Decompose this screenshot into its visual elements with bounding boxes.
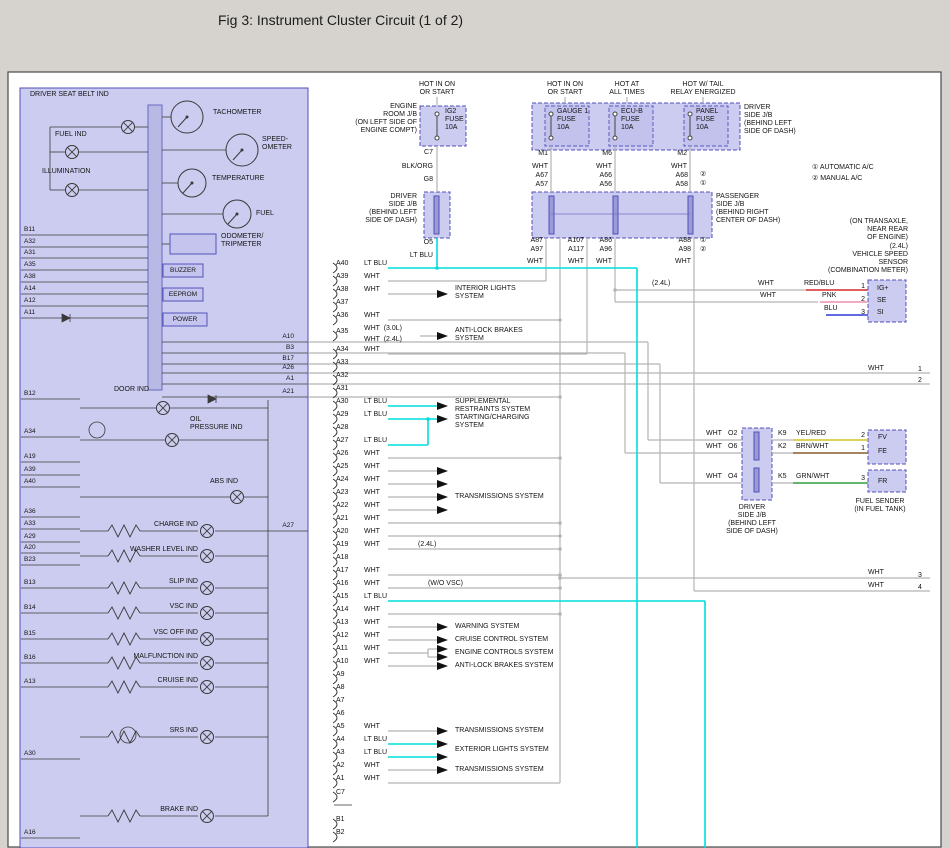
gauge-hub-icon (241, 149, 244, 152)
gauge-hub-icon (236, 213, 239, 216)
gauge-hub-icon (186, 116, 189, 119)
wiring-diagram-svg (0, 0, 950, 848)
component-box (170, 234, 216, 254)
diagram-page: Fig 3: Instrument Cluster Circuit (1 of … (0, 0, 950, 848)
instrument-cluster-box (20, 88, 308, 848)
gauge-hub-icon (191, 182, 194, 185)
component-box (163, 264, 203, 277)
component-box (163, 313, 207, 326)
component-box (163, 288, 203, 301)
